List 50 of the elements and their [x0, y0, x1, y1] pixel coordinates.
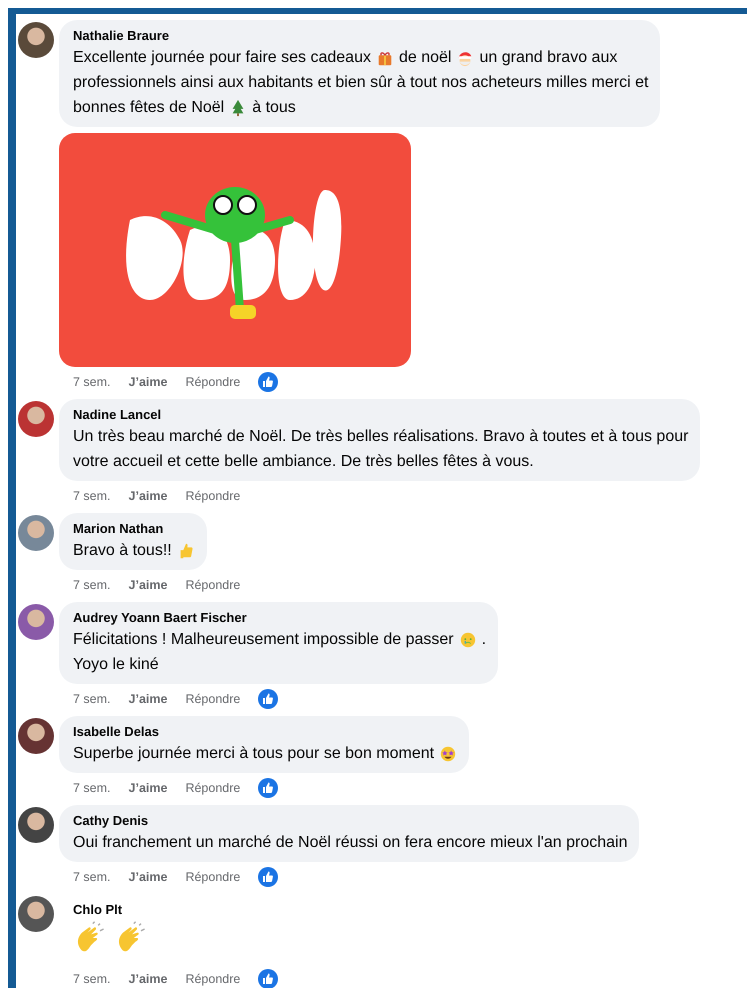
comment-text: Yoyo le kiné [73, 655, 159, 675]
comment-text: Excellente journée pour faire ses cadeaux [73, 48, 371, 68]
reply-link[interactable]: Répondre [185, 578, 240, 592]
comment-text: Superbe journée merci à tous pour se bon moment [73, 744, 434, 764]
author-name[interactable]: Nadine Lancel [73, 407, 688, 423]
comment-time: 7 sem. [73, 870, 111, 884]
reply-link[interactable]: Répondre [185, 972, 240, 986]
comment-time: 7 sem. [73, 692, 111, 706]
comment-text: . [482, 630, 486, 650]
avatar[interactable] [18, 896, 54, 932]
star-eyes-face-icon [439, 744, 458, 762]
avatar[interactable] [18, 22, 54, 58]
comment-text: un grand bravo aux [479, 48, 618, 68]
author-name[interactable]: Nathalie Braure [73, 28, 648, 44]
avatar[interactable] [18, 718, 54, 754]
author-name[interactable]: Audrey Yoann Baert Fischer [73, 610, 486, 626]
like-link[interactable]: J’aime [128, 870, 168, 884]
avatar[interactable] [18, 401, 54, 437]
like-link[interactable]: J’aime [128, 692, 168, 706]
author-name[interactable]: Marion Nathan [73, 521, 195, 537]
reply-link[interactable]: Répondre [185, 692, 240, 706]
reply-link[interactable]: Répondre [185, 870, 240, 884]
comment-text: professionnels ainsi aux habitants et bien sûr à tout nos acheteurs milles merci et [73, 73, 648, 93]
like-link[interactable]: J’aime [128, 375, 168, 389]
like-link[interactable]: J’aime [128, 972, 168, 986]
comment-text: à tous [252, 98, 296, 118]
avatar[interactable] [18, 807, 54, 843]
comment-text: Bravo à tous!! [73, 541, 172, 561]
reply-link[interactable]: Répondre [185, 781, 240, 795]
avatar[interactable] [18, 604, 54, 640]
reply-link[interactable]: Répondre [185, 375, 240, 389]
comment-text: de noël [398, 48, 452, 68]
comment-time: 7 sem. [73, 972, 111, 986]
comment-text: bonnes fêtes de Noël [73, 98, 224, 118]
like-link[interactable]: J’aime [128, 578, 168, 592]
comment-time: 7 sem. [73, 578, 111, 592]
author-name[interactable]: Isabelle Delas [73, 724, 458, 740]
comment-time: 7 sem. [73, 781, 111, 795]
like-link[interactable]: J’aime [128, 489, 168, 503]
comment-text: Un très beau marché de Noël. De très belles réalisations. Bravo à toutes et à tous pour [73, 427, 688, 447]
author-name[interactable]: Chlo Plt [73, 902, 150, 918]
comment-text: votre accueil et cette belle ambiance. De très belles fêtes à vous. [73, 452, 534, 472]
comment-text: Félicitations ! Malheureusement impossible de passer [73, 630, 454, 650]
comment-time: 7 sem. [73, 489, 111, 503]
like-link[interactable]: J’aime [128, 781, 168, 795]
reply-link[interactable]: Répondre [185, 489, 240, 503]
comment-time: 7 sem. [73, 375, 111, 389]
comment-text: Oui franchement un marché de Noël réussi on fera encore mieux l'an prochain [73, 833, 628, 853]
sad-face-icon [458, 630, 477, 648]
author-name[interactable]: Cathy Denis [73, 813, 628, 829]
